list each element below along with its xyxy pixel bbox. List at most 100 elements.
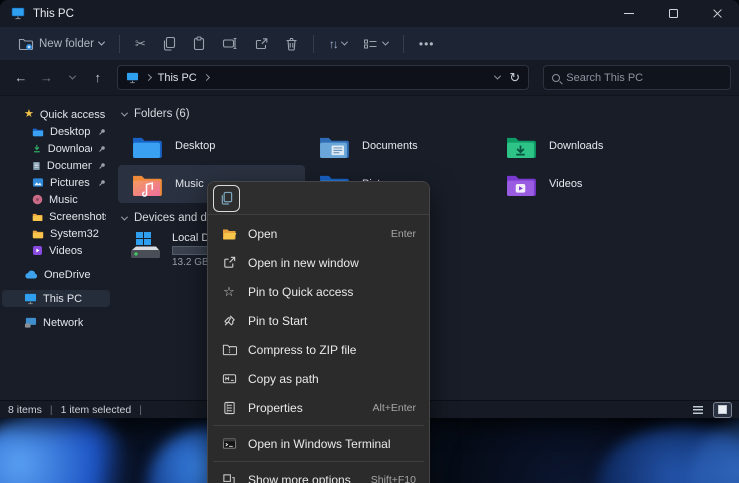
folder-label: Desktop <box>175 140 215 152</box>
sidebar-item-documents[interactable]: Documents <box>2 157 110 174</box>
search-input[interactable] <box>566 72 722 84</box>
maximize-button[interactable] <box>651 0 695 27</box>
chevron-down-icon <box>121 213 128 220</box>
music-folder-icon <box>131 172 162 197</box>
recent-locations-button[interactable] <box>59 65 85 91</box>
items-count: 8 items <box>8 404 42 416</box>
search-icon <box>552 74 560 82</box>
command-toolbar: New folder ✂ ↑↓ <box>0 27 739 60</box>
sidebar-item-this-pc[interactable]: This PC <box>2 290 110 307</box>
paste-button[interactable] <box>184 30 214 57</box>
show-more-options-icon <box>221 473 237 483</box>
folder-tile-downloads[interactable]: Downloads <box>492 127 679 165</box>
menu-item-open-new-window[interactable]: Open in new window <box>212 248 425 277</box>
address-dropdown-chevron[interactable] <box>494 73 501 80</box>
menu-item-properties[interactable]: Properties Alt+Enter <box>212 393 425 422</box>
breadcrumb-this-pc[interactable]: This PC <box>158 72 197 84</box>
forward-button[interactable]: → <box>34 65 60 91</box>
sidebar-item-label: Desktop <box>50 126 90 138</box>
copy-button[interactable] <box>154 30 184 57</box>
download-arrow-icon <box>32 143 42 154</box>
sidebar-item-label: System32 <box>50 228 99 240</box>
paste-icon <box>192 36 206 51</box>
open-folder-icon <box>221 228 237 240</box>
minimize-button[interactable] <box>607 0 651 27</box>
delete-button[interactable] <box>277 30 306 57</box>
sidebar-item-downloads[interactable]: Downloads <box>2 140 110 157</box>
chevron-right-icon <box>203 74 210 81</box>
onedrive-cloud-icon <box>24 270 38 280</box>
new-folder-label: New folder <box>39 38 94 50</box>
see-more-button[interactable]: ••• <box>411 30 443 57</box>
pin-icon <box>98 179 106 187</box>
share-button[interactable] <box>246 30 277 57</box>
back-button[interactable]: ← <box>8 65 34 91</box>
sidebar-item-desktop[interactable]: Desktop <box>2 123 110 140</box>
sidebar-item-onedrive[interactable]: OneDrive <box>2 266 110 283</box>
sort-button[interactable]: ↑↓ <box>321 30 355 57</box>
folder-tile-videos[interactable]: Videos <box>492 165 679 203</box>
refresh-button[interactable]: ↻ <box>509 70 520 86</box>
cut-button[interactable]: ✂ <box>127 30 154 57</box>
sidebar-item-label: Network <box>43 317 83 329</box>
copy-icon <box>220 191 233 205</box>
this-pc-icon <box>24 293 37 305</box>
details-view-button[interactable] <box>689 403 706 417</box>
trash-icon <box>285 37 298 51</box>
menu-item-pin-quick-access[interactable]: ☆ Pin to Quick access <box>212 277 425 306</box>
sidebar-item-pictures[interactable]: Pictures <box>2 174 110 191</box>
pin-icon <box>98 162 106 170</box>
folder-label: Videos <box>549 178 582 190</box>
folder-label: Music <box>175 178 204 190</box>
menu-item-shortcut: Alt+Enter <box>373 402 416 414</box>
music-disc-icon <box>32 194 43 205</box>
close-icon <box>712 8 723 19</box>
folder-tile-desktop[interactable]: Desktop <box>118 127 305 165</box>
video-icon <box>32 245 43 256</box>
menu-item-compress-zip[interactable]: Compress to ZIP file <box>212 335 425 364</box>
sidebar-item-label: This PC <box>43 293 82 305</box>
menu-item-label: Properties <box>248 401 362 415</box>
pin-icon <box>98 145 106 153</box>
menu-item-copy-as-path[interactable]: Copy as path <box>212 364 425 393</box>
address-bar[interactable]: This PC ↻ <box>117 65 530 90</box>
menu-item-pin-to-start[interactable]: Pin to Start <box>212 306 425 335</box>
menu-item-open-windows-terminal[interactable]: Open in Windows Terminal <box>212 429 425 458</box>
new-folder-button[interactable]: New folder <box>10 30 112 57</box>
selected-count: 1 item selected <box>61 404 132 416</box>
menu-item-label: Open <box>248 227 380 241</box>
view-layout-icon <box>363 38 378 50</box>
sidebar-item-music[interactable]: Music <box>2 191 110 208</box>
large-icons-view-button[interactable] <box>714 403 731 417</box>
sidebar-item-screenshots[interactable]: Screenshots <box>2 208 110 225</box>
pin-icon <box>98 128 106 136</box>
search-box[interactable] <box>543 65 731 90</box>
star-icon: ★ <box>24 109 34 120</box>
view-button[interactable] <box>355 30 396 57</box>
network-icon <box>24 317 37 329</box>
status-divider: | <box>50 404 53 416</box>
picture-icon <box>32 177 44 188</box>
rename-button[interactable] <box>214 30 246 57</box>
menu-item-show-more-options[interactable]: Show more options Shift+F10 <box>212 465 425 483</box>
copy-path-icon <box>221 372 237 385</box>
cut-icon: ✂ <box>135 37 146 50</box>
menu-item-label: Open in Windows Terminal <box>248 437 416 451</box>
desktop-folder-icon <box>131 134 162 159</box>
folder-tile-documents[interactable]: Documents <box>305 127 492 165</box>
title-bar[interactable]: This PC <box>0 0 739 27</box>
menu-item-open[interactable]: Open Enter <box>212 219 425 248</box>
up-button[interactable]: ↑ <box>85 65 111 91</box>
this-pc-icon <box>126 72 139 84</box>
sidebar-item-quick-access[interactable]: ★ Quick access <box>2 106 110 123</box>
folders-section-header[interactable]: Folders (6) <box>118 108 739 120</box>
close-button[interactable] <box>695 0 739 27</box>
sidebar-item-videos[interactable]: Videos <box>2 242 110 259</box>
sidebar-item-network[interactable]: Network <box>2 314 110 331</box>
context-copy-button[interactable] <box>213 185 240 212</box>
terminal-icon <box>221 437 237 450</box>
menu-item-label: Show more options <box>248 473 360 483</box>
menu-item-label: Open in new window <box>248 256 416 270</box>
sidebar-item-system32[interactable]: System32 <box>2 225 110 242</box>
sidebar-item-label: Documents <box>47 160 92 172</box>
